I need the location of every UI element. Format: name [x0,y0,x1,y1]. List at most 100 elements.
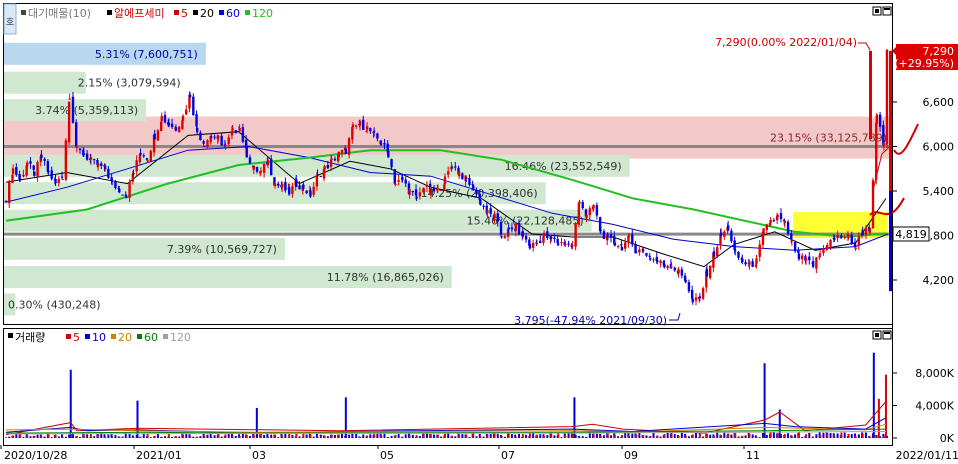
candle-body [206,140,209,148]
volume-bar [496,433,499,438]
candle-body [479,199,482,205]
volume-bar [408,435,411,438]
candle-body [826,245,829,247]
volume-bar [687,436,690,438]
volume-bar [351,437,354,438]
volume-bar [337,434,340,438]
candle-body [783,221,787,223]
volume-bar [341,433,344,438]
candle-body [387,150,390,158]
candle-body [302,184,305,189]
candle-body [499,221,503,235]
volume-panel-controls[interactable] [872,330,892,340]
volume-bar [404,434,407,438]
volume-bar [323,435,326,438]
volume-bar [298,436,301,438]
candle-body [701,288,705,299]
volume-bar [281,435,284,438]
candle-body [549,236,553,239]
candle-body [510,227,514,230]
candle-body [829,239,832,247]
candle-body [564,243,567,245]
legend-label: 5 [73,331,80,344]
candle-body [78,148,82,151]
candle-body [716,247,719,257]
price-axis-bar-down [889,191,892,292]
candle-body [454,166,457,168]
volume-bar [107,434,110,438]
volume-bar [539,434,542,438]
candle-body [96,162,100,167]
volume-bar [698,432,701,438]
candle-body [118,188,121,193]
volume-bar [206,434,209,438]
candle-body [82,153,86,155]
corner-icon[interactable]: 호 [6,17,14,28]
volume-bar [64,436,67,438]
candle-body [340,150,344,154]
volume-bar [778,409,781,438]
candle-body [372,130,376,132]
volume-bar [54,434,57,438]
volume-bar [493,433,496,438]
volume-bar [231,436,234,438]
volume-profile-bar [4,71,86,94]
volume-bar [748,433,751,438]
candle-body [288,187,291,195]
volume-bar [730,434,733,438]
candle-body [362,119,365,130]
legend-label: 120 [252,7,273,20]
candle-body [475,190,478,195]
volume-bar [305,434,308,438]
candle-body [248,157,252,164]
candle-body [43,158,46,161]
candle-body [609,234,613,238]
candle-body [592,205,595,208]
volume-legend-title: 거래량 [15,331,45,344]
legend-swatch [219,10,224,15]
candle-body [231,128,234,131]
candle-body [40,154,43,159]
volume-bar [652,432,655,438]
candle-body [811,261,815,267]
volume-bar [50,437,53,438]
candle-body [553,237,556,240]
candle-body [319,176,322,178]
candle-body [238,128,241,131]
volume-bar [843,432,846,438]
candle-body [74,122,78,147]
candle-body [383,142,386,145]
candle-body [461,173,464,180]
volume-bar [153,435,156,438]
candle-body [535,242,539,244]
candle-body [326,164,330,169]
candle-body [815,257,818,269]
price-panel-controls[interactable] [872,6,892,16]
volume-bar [543,436,546,438]
volume-bar [213,435,216,438]
volume-bar [82,434,85,438]
volume-bar [465,434,468,438]
candle-body [36,162,39,177]
volume-bar [121,436,124,438]
candle-body [411,191,415,193]
volume-bar [238,436,241,438]
candle-body [843,236,846,238]
candle-body [719,232,723,236]
volume-bar [507,433,510,438]
candle-body [71,96,75,123]
legend-label: 20 [118,331,132,344]
volume-bar [436,434,439,438]
volume-profile-label: 11.78% (16,865,026) [327,271,444,284]
volume-ma-legend: 5 10 20 60 120 [66,331,191,344]
candle-body [29,161,32,164]
volume-bar [727,433,730,438]
price-tick-label: 5,400 [923,185,955,198]
volume-bar [801,436,804,438]
candle-body [273,183,277,187]
volume-bar [663,434,666,438]
volume-bar [528,433,531,438]
volume-bar [274,434,277,438]
candle-body [67,101,71,143]
candle-body [26,162,29,167]
